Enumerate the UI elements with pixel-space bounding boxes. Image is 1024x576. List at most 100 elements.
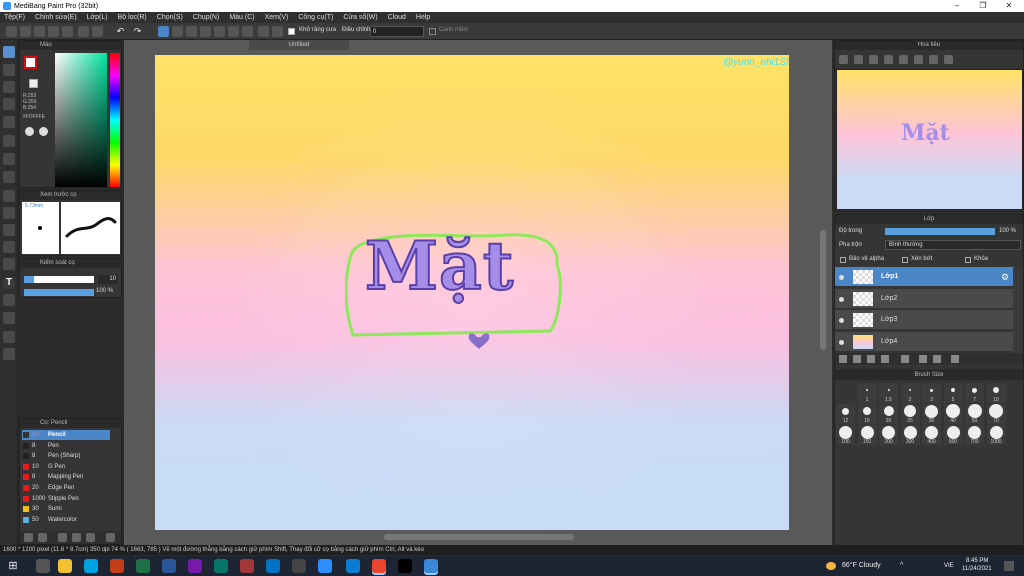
menu-item[interactable]: Lớp(L) (87, 14, 108, 21)
layer-row[interactable]: Lớp2 (835, 288, 1013, 309)
open-icon[interactable] (34, 26, 45, 37)
rotate-icon[interactable] (92, 26, 103, 37)
clipping-checkbox[interactable] (902, 257, 908, 263)
color-picker-field[interactable] (55, 53, 107, 187)
clock-time[interactable]: 8:45 PM (966, 558, 988, 564)
export-icon[interactable] (62, 26, 73, 37)
brush-size-input[interactable]: 10 (98, 275, 118, 284)
menu-item[interactable]: Cửa sổ(W) (343, 14, 377, 21)
edge-icon[interactable] (346, 559, 360, 573)
add-brush-icon[interactable] (24, 533, 33, 542)
brush-size-cell[interactable]: 400 (922, 425, 941, 445)
rotate-right-icon[interactable] (929, 55, 938, 64)
brush-list-item[interactable]: 8 Pen (Sharp) (22, 451, 110, 461)
weather-text[interactable]: 66°F Cloudy (842, 562, 881, 569)
select-rect-tool-icon[interactable] (3, 190, 15, 202)
add-layer-menu-icon[interactable] (881, 355, 889, 363)
check-tool-icon[interactable] (3, 98, 15, 110)
excel-icon[interactable] (136, 559, 150, 573)
camera-icon[interactable] (292, 559, 306, 573)
merge-layer-icon[interactable] (933, 355, 941, 363)
select-pen-tool-icon[interactable] (3, 241, 15, 253)
brush-size-cell[interactable]: 2 (900, 383, 920, 403)
gear-icon[interactable] (258, 26, 269, 37)
palette-icon[interactable] (25, 127, 34, 136)
primary-color-swatch[interactable] (24, 56, 37, 69)
tray-chevron-icon[interactable]: ^ (900, 562, 903, 569)
fit-icon[interactable] (869, 55, 878, 64)
powerpoint-icon[interactable] (110, 559, 124, 573)
brush-size-slider[interactable] (24, 276, 94, 283)
clock-date[interactable]: 11/24/2021 (962, 566, 992, 572)
menu-item[interactable]: Chọn(S) (157, 14, 183, 21)
notification-icon[interactable] (1004, 561, 1014, 571)
medibang-icon[interactable] (424, 559, 438, 573)
brush-size-cell[interactable]: 5 (943, 383, 963, 403)
duplicate-layer-icon[interactable] (919, 355, 927, 363)
brush-size-cell[interactable]: 30 (922, 404, 941, 424)
access-icon[interactable] (240, 559, 254, 573)
brush-size-cell[interactable]: 15 (857, 404, 877, 424)
skype-icon[interactable] (84, 559, 98, 573)
new-8bit-layer-icon[interactable] (867, 355, 875, 363)
brush-size-cell[interactable]: 500 (943, 425, 963, 445)
brush-delete-icon[interactable] (106, 533, 115, 542)
lasso-select-icon[interactable] (158, 26, 169, 37)
brush-size-cell[interactable]: 12 (836, 404, 855, 424)
zoom-in-icon[interactable] (854, 55, 863, 64)
snap-icon[interactable] (242, 26, 253, 37)
brush-list-item[interactable]: 20 Edge Pen (22, 483, 110, 493)
brush-copy-icon[interactable] (58, 533, 67, 542)
settings-icon[interactable] (272, 26, 283, 37)
visibility-icon[interactable] (839, 275, 844, 280)
menu-item[interactable]: Chụp(N) (193, 14, 219, 21)
windows-start-icon[interactable]: ⊞ (6, 559, 20, 573)
close-icon[interactable]: ✕ (998, 0, 1020, 12)
layer-settings-icon[interactable]: ⚙ (1001, 272, 1009, 283)
deselect-icon[interactable] (186, 26, 197, 37)
chrome-icon[interactable] (372, 559, 386, 573)
brush-opacity-slider[interactable] (24, 289, 94, 296)
brush-size-cell[interactable]: 70 (986, 404, 1006, 424)
maximize-icon[interactable]: ❐ (972, 0, 994, 12)
rotate-left-icon[interactable] (899, 55, 908, 64)
actual-size-icon[interactable] (884, 55, 893, 64)
horizontal-scrollbar[interactable] (384, 534, 574, 540)
divide-tool-icon[interactable] (3, 294, 15, 306)
save-icon[interactable] (48, 26, 59, 37)
brush-size-cell[interactable]: 1 (857, 383, 877, 403)
bucket-tool-icon[interactable] (3, 153, 15, 165)
brush-folder-icon[interactable] (72, 533, 81, 542)
tiktok-icon[interactable] (398, 559, 412, 573)
vertical-scrollbar[interactable] (820, 230, 826, 350)
select-all-icon[interactable] (172, 26, 183, 37)
lock-checkbox[interactable] (965, 257, 971, 263)
antialias-checkbox[interactable] (288, 28, 295, 35)
tab-untitled[interactable]: Untitled (249, 40, 349, 50)
snap-checkbox[interactable] (429, 28, 436, 35)
visibility-icon[interactable] (839, 318, 844, 323)
hand-tool-icon[interactable] (3, 348, 15, 360)
symmetry-icon[interactable] (228, 26, 239, 37)
menu-item[interactable]: Tệp(F) (4, 14, 25, 21)
invert-icon[interactable] (200, 26, 211, 37)
visibility-icon[interactable] (839, 296, 844, 302)
menu-item[interactable]: Bộ lọc(R) (118, 14, 147, 21)
brush-list-item[interactable]: 1000 Stipple Pen (22, 494, 110, 504)
word-icon[interactable] (162, 559, 176, 573)
adjust-input[interactable]: 0 (370, 26, 424, 37)
new-file-icon[interactable] (20, 26, 31, 37)
brush-size-cell[interactable]: 10 (986, 383, 1006, 403)
brush-size-cell[interactable]: 25 (900, 404, 920, 424)
brush-size-cell[interactable]: 150 (857, 425, 877, 445)
menu-item[interactable]: Xem(V) (265, 14, 289, 21)
move-tool-icon[interactable] (3, 116, 15, 128)
lasso-tool-icon[interactable] (3, 207, 15, 219)
eyedropper-tool-icon[interactable] (3, 312, 15, 324)
brush-size-cell[interactable]: 1.5 (879, 383, 898, 403)
select-eraser-tool-icon[interactable] (3, 258, 15, 270)
secondary-color-swatch[interactable] (29, 79, 38, 88)
gradient-tool-icon[interactable] (3, 171, 15, 183)
brush-size-cell[interactable]: 200 (879, 425, 898, 445)
brush-size-cell[interactable]: 40 (943, 404, 963, 424)
